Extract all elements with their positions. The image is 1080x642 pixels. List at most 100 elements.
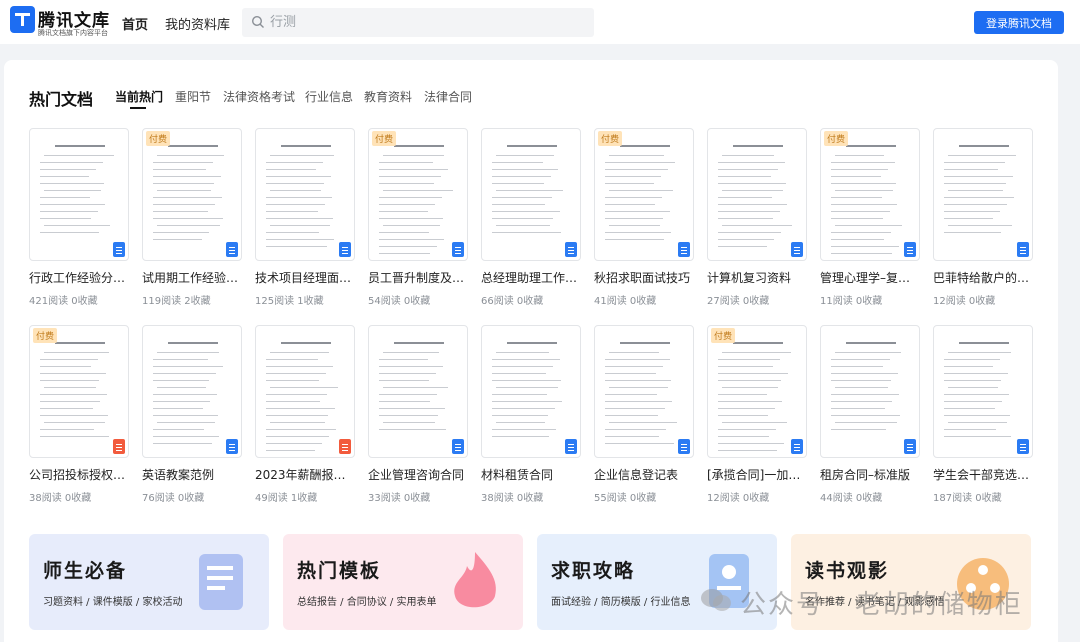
doc-thumbnail[interactable] [255, 128, 355, 261]
doc-title[interactable]: 英语教案范例 [142, 466, 242, 483]
doc-card[interactable]: 计算机复习资料 27阅读 0收藏 [707, 128, 807, 308]
document-art-icon [199, 554, 243, 610]
doc-thumbnail[interactable] [707, 128, 807, 261]
category-teachers-card[interactable]: 师生必备 习题资料 / 课件模版 / 家校活动 [29, 534, 269, 630]
doc-title[interactable]: 总经理助理工作… [481, 269, 581, 286]
doc-card[interactable]: 企业管理咨询合同 33阅读 0收藏 [368, 325, 468, 505]
doc-title[interactable]: 技术项目经理面… [255, 269, 355, 286]
thumb-text-line [831, 415, 900, 416]
nav-my-library[interactable]: 我的资料库 [165, 14, 230, 33]
thumb-text-line [153, 415, 218, 416]
doc-thumbnail[interactable] [933, 128, 1033, 261]
doc-title[interactable]: 秋招求职面试技巧 [594, 269, 694, 286]
thumb-text-line [944, 394, 1009, 395]
doc-file-icon [565, 439, 577, 454]
thumb-text-line [496, 422, 545, 423]
tab-current-hot[interactable]: 当前热门 [115, 88, 163, 105]
doc-card[interactable]: 企业信息登记表 55阅读 0收藏 [594, 325, 694, 505]
thumb-text-line [157, 155, 224, 156]
doc-card[interactable]: 租房合同–标准版 44阅读 0收藏 [820, 325, 920, 505]
doc-thumbnail[interactable]: 付费 [820, 128, 920, 261]
doc-thumbnail[interactable]: 付费 [142, 128, 242, 261]
top-bar: 腾讯文库 腾讯文档旗下内容平台 首页 我的资料库 登录腾讯文档 [0, 0, 1080, 44]
tab-education[interactable]: 教育资料 [364, 88, 412, 105]
thumb-text-line [831, 253, 892, 254]
doc-title[interactable]: 行政工作经验分… [29, 269, 129, 286]
doc-card[interactable]: 付费 [承揽合同]一加… 12阅读 0收藏 [707, 325, 807, 505]
doc-title[interactable]: 公司招投标授权… [29, 466, 129, 483]
doc-card[interactable]: 技术项目经理面… 125阅读 1收藏 [255, 128, 355, 308]
doc-title[interactable]: 试用期工作经验… [142, 269, 242, 286]
doc-title[interactable]: 学生会干部竞选… [933, 466, 1033, 483]
thumb-text-line [718, 443, 784, 444]
tab-industry-info[interactable]: 行业信息 [305, 88, 353, 105]
doc-card[interactable]: 行政工作经验分… 421阅读 0收藏 [29, 128, 129, 308]
thumb-text-line [379, 380, 429, 381]
category-templates-card[interactable]: 热门模板 总结报告 / 合同协议 / 实用表单 [283, 534, 523, 630]
paid-badge: 付费 [824, 131, 849, 146]
doc-thumbnail[interactable] [255, 325, 355, 458]
doc-card[interactable]: 材料租赁合同 38阅读 0收藏 [481, 325, 581, 505]
doc-card[interactable]: 总经理助理工作… 66阅读 0收藏 [481, 128, 581, 308]
doc-thumbnail[interactable]: 付费 [707, 325, 807, 458]
doc-title[interactable]: 2023年薪酬报告… [255, 466, 355, 483]
doc-title[interactable]: 计算机复习资料 [707, 269, 807, 286]
doc-thumbnail[interactable] [820, 325, 920, 458]
thumb-text-line [266, 380, 319, 381]
thumb-text-line [492, 162, 543, 163]
search-box[interactable] [242, 8, 594, 37]
thumb-text-line [722, 352, 791, 353]
thumb-text-line [379, 246, 437, 247]
resume-art-icon [709, 554, 749, 608]
tab-chongyang[interactable]: 重阳节 [175, 88, 211, 105]
doc-thumbnail[interactable] [368, 325, 468, 458]
tencent-wenku-logo[interactable] [10, 6, 35, 33]
doc-thumbnail[interactable] [933, 325, 1033, 458]
doc-card[interactable]: 付费 管理心理学–复习… 11阅读 0收藏 [820, 128, 920, 308]
doc-card[interactable]: 巴菲特给散户的9… 12阅读 0收藏 [933, 128, 1033, 308]
thumb-text-line [40, 359, 98, 360]
doc-card[interactable]: 付费 秋招求职面试技巧 41阅读 0收藏 [594, 128, 694, 308]
category-job-card[interactable]: 求职攻略 面试经验 / 简历模版 / 行业信息 [537, 534, 777, 630]
thumb-text-line [948, 155, 1016, 156]
doc-thumbnail[interactable] [481, 128, 581, 261]
doc-thumbnail[interactable] [594, 325, 694, 458]
thumb-text-line [157, 352, 219, 353]
doc-title[interactable]: 材料租赁合同 [481, 466, 581, 483]
doc-title[interactable]: 租房合同–标准版 [820, 466, 920, 483]
tab-law-exam[interactable]: 法律资格考试 [223, 88, 295, 105]
search-input[interactable] [270, 12, 570, 33]
doc-title[interactable]: 企业管理咨询合同 [368, 466, 468, 483]
doc-title[interactable]: 巴菲特给散户的9… [933, 269, 1033, 286]
doc-thumbnail[interactable] [142, 325, 242, 458]
thumb-text-line [40, 394, 107, 395]
doc-title[interactable]: 员工晋升制度及… [368, 269, 468, 286]
thumb-text-line [44, 387, 96, 388]
doc-thumbnail[interactable]: 付费 [368, 128, 468, 261]
category-reading-card[interactable]: 读书观影 名作推荐 / 读书笔记 / 观影感悟 [791, 534, 1031, 630]
doc-card[interactable]: 英语教案范例 76阅读 0收藏 [142, 325, 242, 505]
doc-card[interactable]: 学生会干部竞选… 187阅读 0收藏 [933, 325, 1033, 505]
tab-law-contract[interactable]: 法律合同 [424, 88, 472, 105]
thumb-text-line [718, 373, 788, 374]
thumb-text-line [44, 155, 114, 156]
thumb-text-line [944, 415, 1010, 416]
login-button[interactable]: 登录腾讯文档 [974, 11, 1064, 34]
doc-title[interactable]: 管理心理学–复习… [820, 269, 920, 286]
doc-card[interactable]: 付费 试用期工作经验… 119阅读 2收藏 [142, 128, 242, 308]
doc-card[interactable]: 付费 员工晋升制度及… 54阅读 0收藏 [368, 128, 468, 308]
thumb-text-line [944, 211, 1000, 212]
thumb-text-line [492, 176, 551, 177]
thumb-text-line [718, 401, 782, 402]
doc-thumbnail[interactable]: 付费 [594, 128, 694, 261]
doc-thumbnail[interactable]: 付费 [29, 325, 129, 458]
doc-title[interactable]: 企业信息登记表 [594, 466, 694, 483]
thumb-text-line [379, 169, 448, 170]
doc-card[interactable]: 2023年薪酬报告… 49阅读 1收藏 [255, 325, 355, 505]
doc-file-icon [678, 242, 690, 257]
doc-card[interactable]: 付费 公司招投标授权… 38阅读 0收藏 [29, 325, 129, 505]
doc-thumbnail[interactable] [29, 128, 129, 261]
nav-home[interactable]: 首页 [122, 14, 148, 33]
doc-title[interactable]: [承揽合同]一加… [707, 466, 807, 483]
doc-thumbnail[interactable] [481, 325, 581, 458]
